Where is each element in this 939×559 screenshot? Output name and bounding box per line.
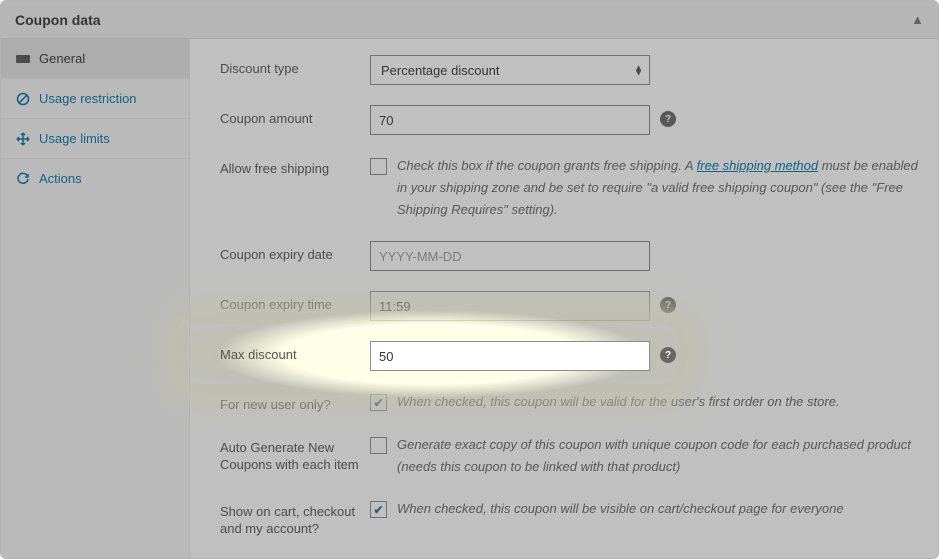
tab-label: General — [39, 51, 85, 66]
tab-label: Usage restriction — [39, 91, 137, 106]
allow-free-shipping-desc: Check this box if the coupon grants free… — [397, 155, 918, 221]
allow-free-shipping-checkbox[interactable] — [370, 158, 387, 175]
show-on-cart-desc: When checked, this coupon will be visibl… — [397, 498, 844, 520]
move-icon — [15, 132, 30, 146]
coupon-tabs-sidebar: General Usage restriction Usage limits — [1, 39, 190, 558]
tab-general[interactable]: General — [1, 39, 189, 78]
row-expiry-date: Coupon expiry date — [190, 231, 938, 281]
collapse-up-icon[interactable]: ▲ — [911, 12, 924, 27]
tab-usage-limits[interactable]: Usage limits — [1, 118, 189, 158]
tab-actions[interactable]: Actions — [1, 158, 189, 198]
expiry-date-input[interactable] — [370, 241, 650, 271]
refresh-icon — [15, 172, 30, 186]
row-coupon-amount: Coupon amount ? — [190, 95, 938, 145]
help-icon[interactable]: ? — [660, 111, 676, 127]
show-on-cart-label: Show on cart, checkout and my account? — [220, 498, 370, 538]
max-discount-input[interactable] — [370, 341, 650, 371]
coupon-amount-label: Coupon amount — [220, 105, 370, 128]
panel-header[interactable]: Coupon data ▲ — [1, 1, 938, 39]
general-tab-content: Discount type Percentage discount ▲▼ Cou… — [190, 39, 938, 558]
help-icon[interactable]: ? — [660, 297, 676, 313]
free-shipping-method-link[interactable]: free shipping method — [697, 158, 818, 173]
max-discount-label: Max discount — [220, 341, 370, 364]
help-icon[interactable]: ? — [660, 347, 676, 363]
expiry-time-input[interactable] — [370, 291, 650, 321]
row-for-new-user: For new user only? When checked, this co… — [190, 381, 938, 424]
tab-label: Usage limits — [39, 131, 110, 146]
for-new-user-desc: When checked, this coupon will be valid … — [397, 391, 840, 413]
coupon-amount-input[interactable] — [370, 105, 650, 135]
row-show-on-cart: Show on cart, checkout and my account? W… — [190, 488, 938, 548]
discount-type-select[interactable]: Percentage discount — [370, 55, 650, 85]
auto-generate-desc: Generate exact copy of this coupon with … — [397, 434, 918, 478]
discount-type-label: Discount type — [220, 55, 370, 78]
tab-label: Actions — [39, 171, 82, 186]
auto-generate-label: Auto Generate New Coupons with each item — [220, 434, 370, 474]
show-on-cart-checkbox[interactable] — [370, 501, 387, 518]
panel-title: Coupon data — [15, 12, 101, 28]
expiry-date-label: Coupon expiry date — [220, 241, 370, 264]
coupon-data-panel: Coupon data ▲ General Usage restriction — [0, 0, 939, 559]
tab-usage-restriction[interactable]: Usage restriction — [1, 78, 189, 118]
row-max-discount: Max discount ? — [190, 331, 938, 381]
allow-free-shipping-label: Allow free shipping — [220, 155, 370, 178]
ticket-icon — [15, 53, 30, 65]
row-allow-free-shipping: Allow free shipping Check this box if th… — [190, 145, 938, 231]
auto-generate-checkbox[interactable] — [370, 437, 387, 454]
for-new-user-checkbox[interactable] — [370, 394, 387, 411]
expiry-time-label: Coupon expiry time — [220, 291, 370, 314]
row-expiry-time: Coupon expiry time ? — [190, 281, 938, 331]
row-discount-type: Discount type Percentage discount ▲▼ — [190, 45, 938, 95]
row-auto-generate: Auto Generate New Coupons with each item… — [190, 424, 938, 488]
for-new-user-label: For new user only? — [220, 391, 370, 414]
ban-icon — [15, 92, 30, 106]
